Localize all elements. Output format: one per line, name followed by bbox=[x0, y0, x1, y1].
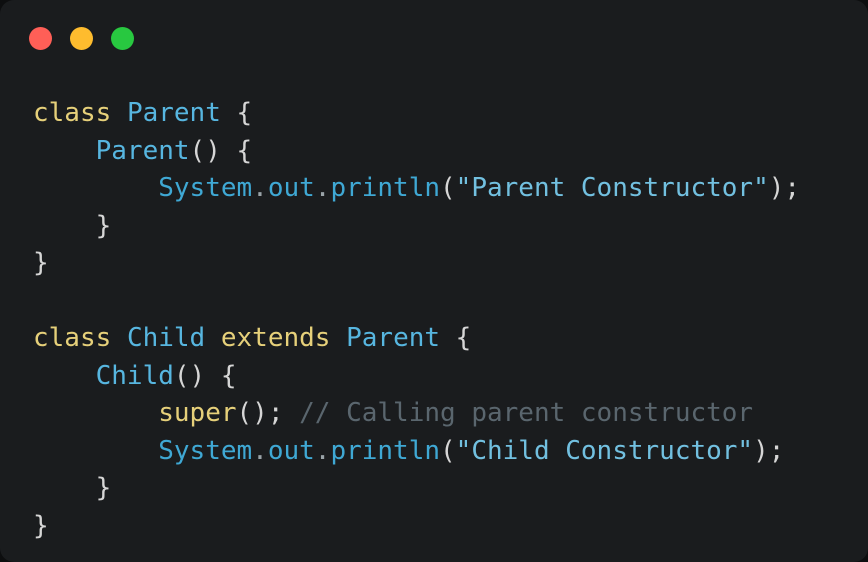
code-token-type: Parent bbox=[95, 135, 190, 166]
code-line: System.out.println("Child Constructor"); bbox=[33, 433, 868, 471]
code-token-punct: } bbox=[33, 248, 49, 278]
code-token-punct: () { bbox=[189, 135, 253, 166]
close-icon[interactable] bbox=[29, 26, 52, 50]
code-token-dot: . bbox=[252, 435, 268, 466]
code-token-type: Parent bbox=[346, 323, 441, 353]
code-token-string: "Parent Constructor" bbox=[455, 173, 769, 203]
code-token-keyword: extends bbox=[220, 323, 331, 353]
code-token-punct: ( bbox=[440, 173, 456, 203]
code-line: Child() { bbox=[33, 358, 868, 396]
code-block[interactable]: class Parent { Parent() { System.out.pri… bbox=[33, 95, 868, 562]
code-token-keyword: class bbox=[33, 98, 112, 128]
code-line: super(); // Calling parent constructor bbox=[33, 395, 868, 433]
code-token-type: Child bbox=[126, 323, 206, 353]
code-token-type: Parent bbox=[126, 98, 221, 128]
code-line: } bbox=[33, 245, 868, 283]
code-token-dot: . bbox=[314, 173, 331, 203]
code-token-punct: { bbox=[440, 323, 472, 353]
code-token-fn: println bbox=[330, 435, 441, 466]
code-token-punct: { bbox=[220, 98, 253, 128]
code-line: } bbox=[33, 208, 868, 246]
code-token-fn: System bbox=[158, 435, 253, 466]
code-token-punct: ); bbox=[768, 173, 801, 203]
code-token-string: "Child Constructor" bbox=[455, 435, 754, 466]
code-token-punct: } bbox=[95, 210, 112, 241]
code-token-punct: ( bbox=[440, 435, 456, 466]
code-snippet-window: class Parent { Parent() { System.out.pri… bbox=[0, 0, 868, 562]
code-token-keyword: super bbox=[158, 398, 237, 428]
code-line: } bbox=[33, 508, 868, 546]
code-token-punct: } bbox=[33, 510, 49, 541]
code-line: } bbox=[33, 470, 868, 508]
code-line: class Parent { bbox=[33, 95, 868, 133]
code-token-keyword: class bbox=[33, 323, 112, 353]
code-token-fn: System bbox=[158, 173, 253, 203]
code-line: Parent() { bbox=[33, 133, 868, 171]
code-token-punct: } bbox=[95, 473, 112, 503]
code-token-punct: () { bbox=[173, 360, 237, 391]
minimize-icon[interactable] bbox=[70, 26, 93, 50]
code-token-fn: println bbox=[330, 173, 441, 203]
code-line: System.out.println("Parent Constructor")… bbox=[33, 170, 868, 208]
code-token-dot: . bbox=[252, 173, 268, 203]
code-line: class Child extends Parent { bbox=[33, 320, 868, 358]
code-token-dot: . bbox=[314, 435, 331, 466]
code-token-comment: // Calling parent constructor bbox=[299, 398, 754, 428]
code-token-punct: (); bbox=[236, 398, 300, 428]
code-token-punct: ); bbox=[753, 435, 785, 466]
code-token-fn: out bbox=[267, 173, 315, 203]
maximize-icon[interactable] bbox=[111, 26, 134, 50]
code-token-fn: out bbox=[267, 435, 315, 466]
window-titlebar bbox=[0, 0, 868, 76]
code-token-type: Child bbox=[95, 360, 174, 391]
